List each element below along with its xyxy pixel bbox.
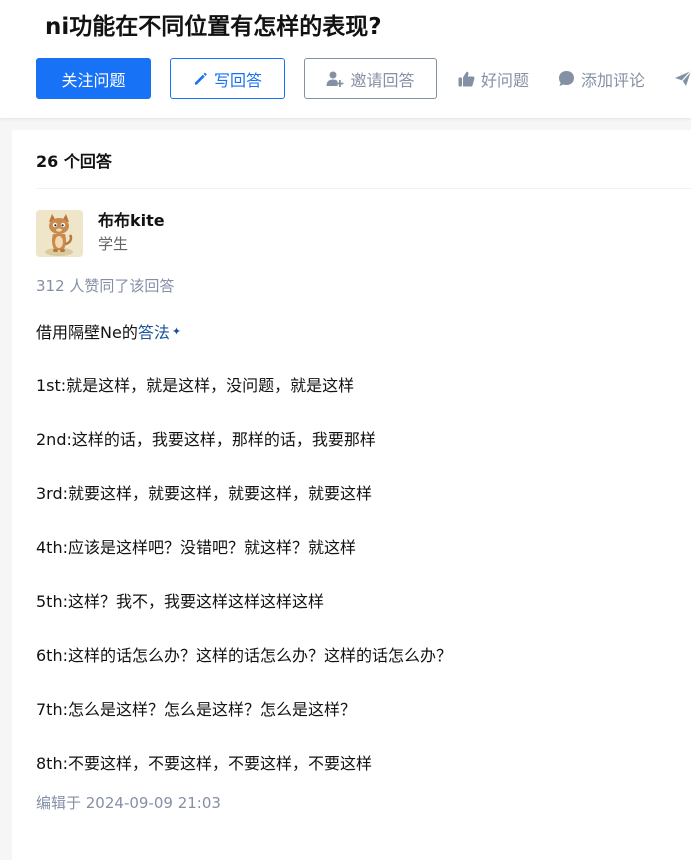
answer-line-5: 5th:这样？我不，我要这样这样这样这样 <box>36 592 324 611</box>
cartoon-cat-avatar-image <box>36 210 83 257</box>
follow-question-button[interactable]: 关注问题 <box>36 58 151 99</box>
write-answer-label: 写回答 <box>213 70 262 90</box>
add-user-icon <box>326 71 344 87</box>
vote-count-text: 312 人赞同了该回答 <box>36 277 175 295</box>
answer-line-2: 2nd:这样的话，我要这样，那样的话，我要那样 <box>36 430 376 449</box>
good-question-button[interactable]: 好问题 <box>458 58 529 99</box>
follow-question-label: 关注问题 <box>61 70 126 90</box>
author-name[interactable]: 布布kite <box>98 207 165 231</box>
answer-intro-paragraph: 借用隔壁Ne的答法 ✦ <box>36 320 181 345</box>
answer-line-7: 7th:怎么是这样？怎么是这样？怎么是这样？ <box>36 700 356 719</box>
answer-intro-text: 借用隔壁Ne的 <box>36 323 138 342</box>
invite-answer-label: 邀请回答 <box>350 70 415 90</box>
add-comment-label: 添加评论 <box>581 70 646 90</box>
comment-bubble-icon <box>559 71 574 86</box>
answer-line-8: 8th:不要这样，不要这样，不要这样，不要这样 <box>36 754 372 773</box>
author-headline: 学生 <box>98 235 129 253</box>
answer-line-1: 1st:就是这样，就是这样，没问题，就是这样 <box>36 376 355 395</box>
answer-line-6: 6th:这样的话怎么办？这样的话怎么办？这样的话怎么办？ <box>36 646 452 665</box>
pencil-icon <box>194 72 207 85</box>
thumbs-up-icon <box>458 71 475 86</box>
write-answer-button[interactable]: 写回答 <box>170 58 285 99</box>
invite-answer-button[interactable]: 邀请回答 <box>304 58 437 99</box>
sparkle-icon: ✦ <box>171 325 182 338</box>
answer-line-3: 3rd:就要这样，就要这样，就要这样，就要这样 <box>36 484 373 503</box>
answer-count-heading: 26 个回答 <box>36 152 112 171</box>
answer-intro-link[interactable]: 答法 <box>138 323 170 342</box>
good-question-label: 好问题 <box>481 70 530 90</box>
avatar[interactable] <box>36 210 83 257</box>
question-header: ni功能在不同位置有怎样的表现? 关注问题 写回答 邀请回答 好问题 添加评论 <box>0 0 691 118</box>
question-title: ni功能在不同位置有怎样的表现? <box>45 14 382 40</box>
divider <box>36 188 691 189</box>
paper-plane-icon <box>675 70 691 86</box>
add-comment-button[interactable]: 添加评论 <box>558 58 645 99</box>
share-button[interactable] <box>674 58 691 99</box>
edited-timestamp[interactable]: 编辑于 2024-09-09 21:03 <box>36 792 221 813</box>
answer-line-4: 4th:应该是这样吧？没错吧？就这样？就这样 <box>36 538 356 557</box>
answer-card: 26 个回答 布布kite 学生 312 人赞同了该回答 借用隔壁Ne的答法 ✦ … <box>12 130 691 860</box>
question-actions: 关注问题 写回答 邀请回答 好问题 添加评论 <box>36 58 691 99</box>
